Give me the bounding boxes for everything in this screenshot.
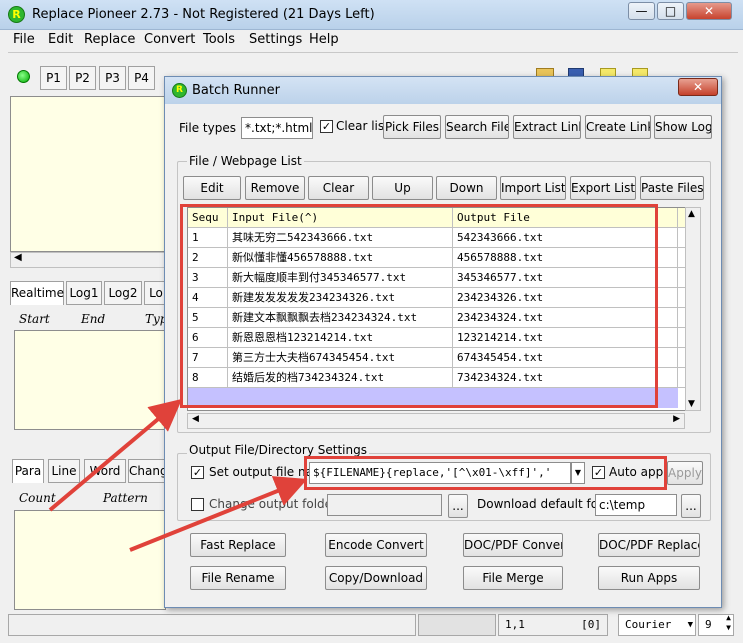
- annotation-arrow-pattern: [129, 476, 308, 552]
- annotation-arrow-grid: [48, 398, 183, 512]
- annotation-arrows: [48, 398, 308, 552]
